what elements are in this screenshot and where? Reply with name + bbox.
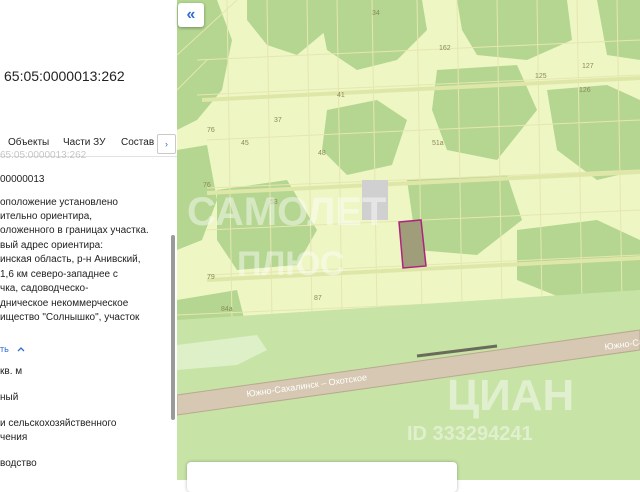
plot-number: 87 xyxy=(314,295,322,302)
tabs-next-icon[interactable]: › xyxy=(157,134,176,154)
description-line: дническое некоммерческое xyxy=(0,298,129,309)
watermark-id: ID 333294241 xyxy=(407,423,533,445)
panel-scrollbar[interactable] xyxy=(171,235,175,420)
plot-number: 127 xyxy=(582,63,594,70)
description-line: ищество "Солнышко", участок xyxy=(0,312,140,323)
plot-number: 76 xyxy=(203,182,211,189)
chevron-up-icon xyxy=(17,344,25,354)
plot-number: 34 xyxy=(372,10,380,17)
watermark-plus: ПЛЮС xyxy=(237,245,344,283)
tab-composition[interactable]: Состав xyxy=(121,137,154,148)
cutoff-cadastral-line: 65:05:0000013:262 xyxy=(0,150,87,161)
bottom-info-card xyxy=(187,462,457,492)
permitted-use: водство xyxy=(0,458,37,469)
plot-number: 79 xyxy=(207,274,215,281)
land-category-line: чения xyxy=(0,432,28,443)
selected-parcel[interactable] xyxy=(398,219,427,269)
watermark-samolet: САМОЛЕТ xyxy=(187,190,386,234)
collapse-panel-button[interactable]: « xyxy=(178,3,204,27)
description-line: 1,6 км северо-западнее с xyxy=(0,269,118,280)
description-line: вый адрес ориентира: xyxy=(0,240,104,251)
plot-number: 37 xyxy=(274,117,282,124)
tab-objects[interactable]: Объекты xyxy=(8,137,49,148)
plot-number: 126 xyxy=(579,87,591,94)
quarter-number: 00000013 xyxy=(0,174,45,185)
collapse-link[interactable]: ть xyxy=(0,344,25,354)
description-line: ительно ориентира, xyxy=(0,211,93,222)
tab-parts[interactable]: Части ЗУ xyxy=(63,137,105,148)
land-category-line: и сельскохозяйственного xyxy=(0,418,117,429)
plot-number: 162 xyxy=(439,45,451,52)
cadastral-number: 65:05:0000013:262 xyxy=(4,68,125,84)
plot-number: 48 xyxy=(318,150,326,157)
watermark-cian: ЦИАН xyxy=(447,371,574,420)
object-info-panel: 65:05:0000013:262 Объекты Части ЗУ Соста… xyxy=(0,0,178,480)
area-unit: кв. м xyxy=(0,366,23,377)
description-line: чка, садоводческо- xyxy=(0,283,89,294)
plot-number: 51a xyxy=(432,140,444,147)
description-line: оположение установлено xyxy=(0,197,118,208)
plot-number: 76 xyxy=(207,127,215,134)
plot-number: 84a xyxy=(221,306,233,313)
plot-number: 41 xyxy=(337,92,345,99)
collapse-link-label: ть xyxy=(0,344,9,354)
cadastral-map[interactable]: Южно-Сахалинск – Охотское Южно-Са 34 162… xyxy=(177,0,640,480)
plot-number: 45 xyxy=(241,140,249,147)
status-value: ный xyxy=(0,392,19,403)
plot-number: 125 xyxy=(535,73,547,80)
description-line: инская область, р-н Анивский, xyxy=(0,254,141,265)
description-line: оложенного в границах участка. xyxy=(0,225,149,236)
